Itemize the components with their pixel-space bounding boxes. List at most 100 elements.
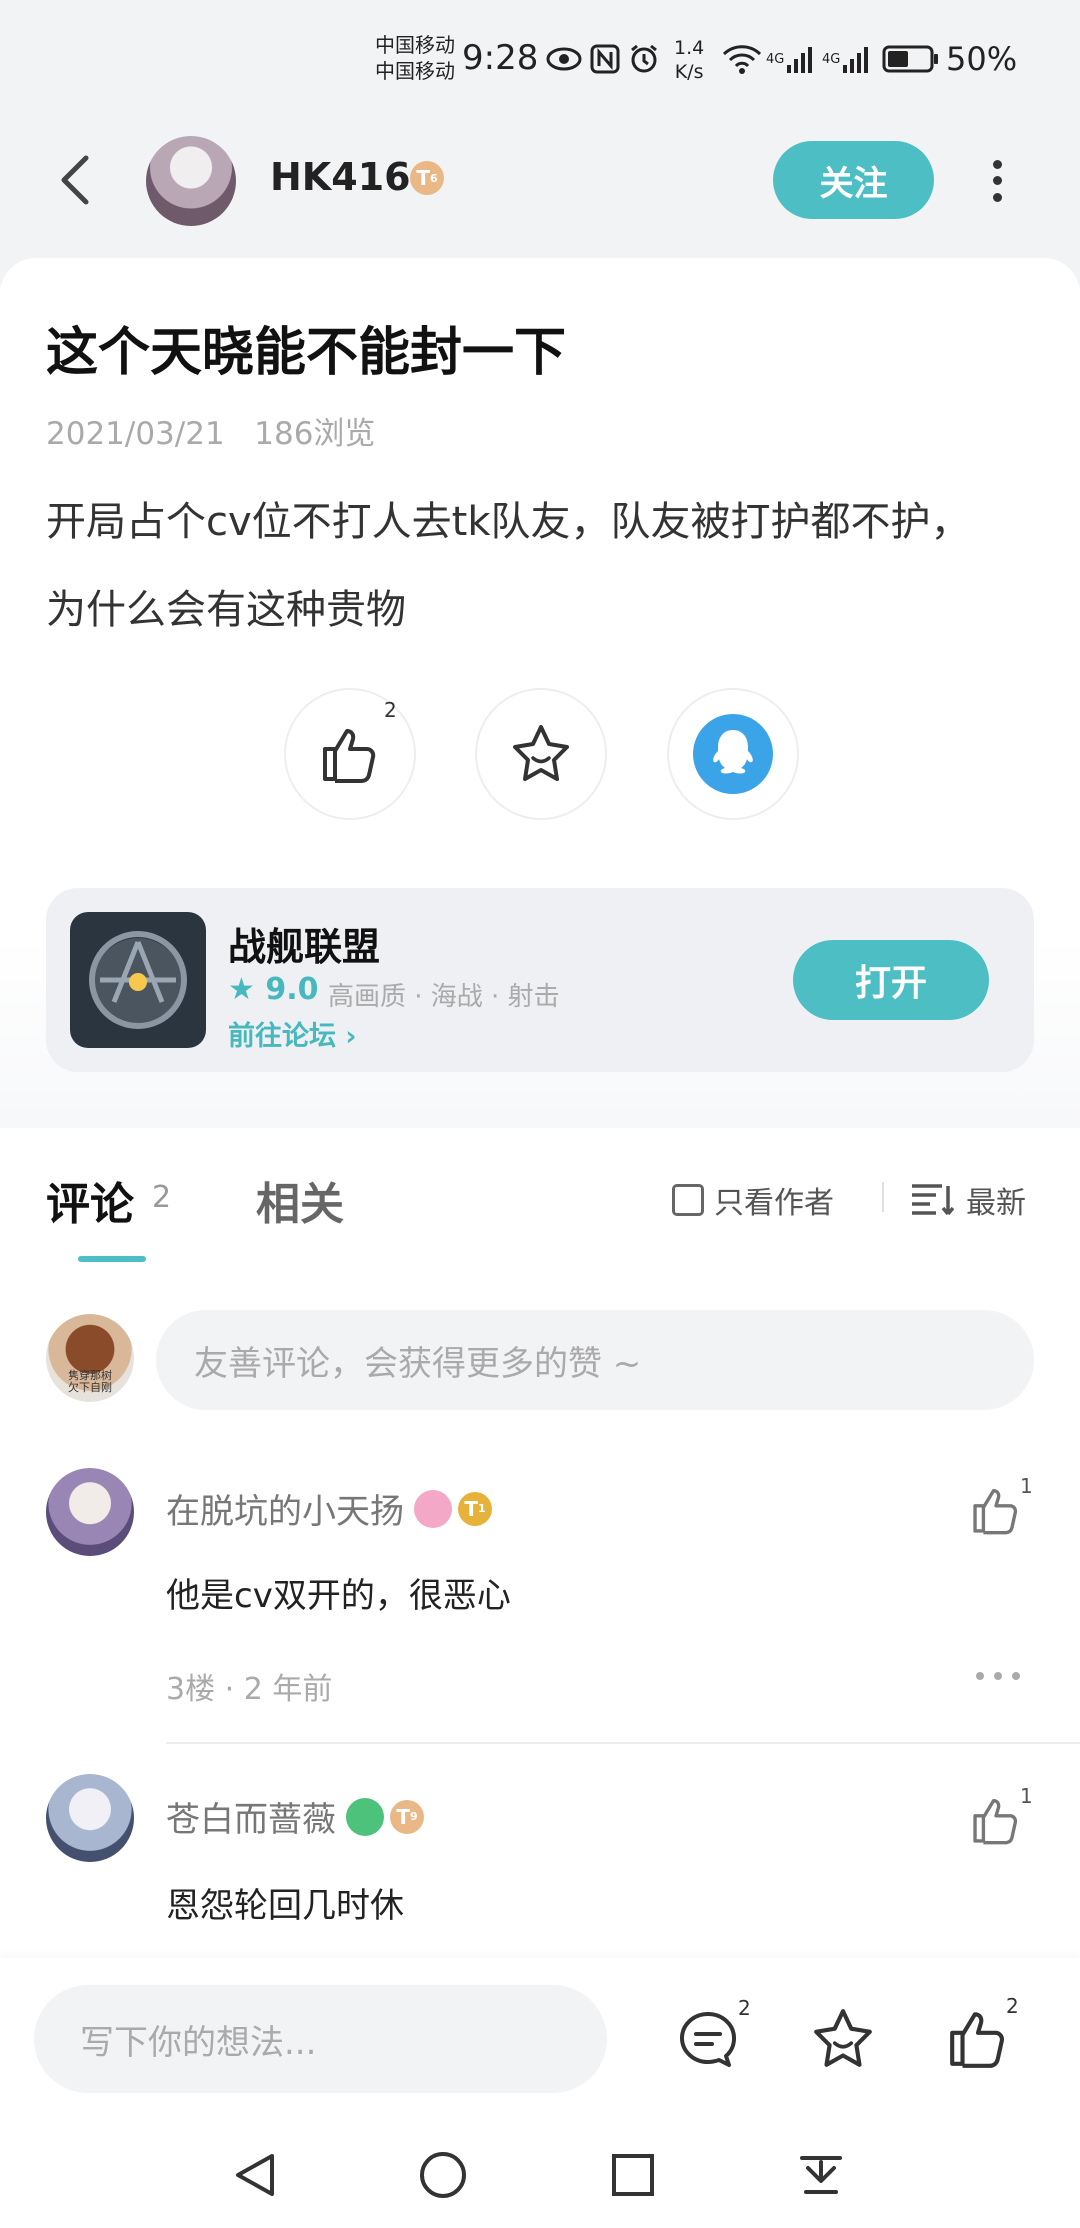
chevron-right-icon: › <box>345 1021 357 1052</box>
nav-back-icon[interactable] <box>230 2150 280 2204</box>
comment-bubble-icon <box>680 2012 736 2067</box>
author-name[interactable]: HK416 <box>270 155 411 199</box>
comment-like-button[interactable]: 1 <box>970 1474 1033 1540</box>
game-name: 战舰联盟 <box>228 925 381 969</box>
system-nav-bar <box>0 2108 1080 2228</box>
post-views: 186浏览 <box>254 416 376 452</box>
alarm-icon <box>628 42 660 76</box>
sort-label: 最新 <box>966 1186 1026 1221</box>
level-badge-icon: T6 <box>410 161 444 195</box>
comment-like-count: 1 <box>1020 1784 1033 1808</box>
post-body: 开局占个cv位不打人去tk队友，队友被打护都不护， 为什么会有这种贵物 <box>46 478 1046 654</box>
post-like-count: 2 <box>384 698 397 722</box>
wifi-icon <box>722 42 762 76</box>
level-badge-letter: T <box>464 1496 478 1521</box>
comment-divider <box>166 1742 1080 1744</box>
sim2-type: 4G <box>822 51 841 67</box>
forum-link[interactable]: 前往论坛 › <box>228 1014 357 1053</box>
game-score-value: 9.0 <box>265 972 319 1007</box>
post-body-line-1: 开局占个cv位不打人去tk队友，队友被打护都不护， <box>46 499 971 545</box>
game-tags: 高画质 · 海战 · 射击 <box>328 982 560 1012</box>
chevron-left-icon <box>61 155 89 205</box>
comment-author-name: 苍白而蔷薇 <box>166 1800 336 1840</box>
tab-comments[interactable]: 评论 <box>46 1168 134 1232</box>
only-author-toggle[interactable]: 只看作者 <box>672 1178 834 1222</box>
forum-link-label: 前往论坛 <box>228 1021 336 1052</box>
level-badge-num: 6 <box>430 171 438 185</box>
comment-input[interactable]: 友善评论，会获得更多的赞 ~ <box>156 1310 1034 1410</box>
clock: 9:28 <box>462 38 539 78</box>
signal-icon-sim1: 4G <box>766 42 814 76</box>
game-icon[interactable] <box>70 912 206 1048</box>
comment-avatar[interactable] <box>46 1774 134 1862</box>
my-avatar[interactable]: 隽穿那树 欠下自刚 <box>46 1314 134 1402</box>
thumbs-up-icon <box>950 2012 1004 2068</box>
comment-author[interactable]: 苍白而蔷薇 T9 <box>166 1792 424 1841</box>
comment-text: 恩怨轮回几时休 <box>166 1886 404 1926</box>
sort-button[interactable]: 最新 <box>910 1178 1026 1222</box>
speed-unit: K/s <box>674 61 704 83</box>
network-speed: 1.4 K/s <box>674 36 704 84</box>
my-avatar-text-2: 欠下自刚 <box>68 1381 112 1394</box>
author-name-text: HK416 <box>270 155 411 199</box>
bottom-comment-button[interactable]: 2 <box>676 1996 751 2078</box>
eye-icon <box>546 42 582 76</box>
follow-button[interactable]: 关注 <box>773 141 934 219</box>
nav-notification-icon[interactable] <box>796 2150 846 2204</box>
score-star-icon: ★ <box>228 972 255 1007</box>
carrier-2: 中国移动 <box>375 59 455 83</box>
post-body-line-2: 为什么会有这种贵物 <box>46 587 406 633</box>
level-badge-num: 9 <box>410 1810 418 1823</box>
battery-percent: 50% <box>946 40 1018 78</box>
battery-icon <box>882 42 940 76</box>
carrier-1: 中国移动 <box>375 33 455 57</box>
qq-icon <box>693 714 773 794</box>
thumbs-up-icon <box>323 729 376 783</box>
comment-more-icon[interactable] <box>976 1672 1020 1684</box>
bottom-like-button[interactable]: 2 <box>946 1994 1019 2076</box>
level-badge-icon: T1 <box>458 1491 492 1526</box>
tab-indicator <box>78 1256 146 1262</box>
speed-value: 1.4 <box>674 37 705 59</box>
post-meta: 2021/03/21 186浏览 <box>46 408 375 453</box>
bottom-favorite-button[interactable] <box>810 2006 880 2076</box>
star-icon <box>814 2009 872 2067</box>
separator <box>882 1182 884 1212</box>
write-thought-input[interactable]: 写下你的想法... <box>34 1985 607 2093</box>
more-options-icon[interactable] <box>982 156 1012 206</box>
comments-section <box>0 1128 1080 1958</box>
share-qq-button[interactable] <box>667 688 799 820</box>
open-game-button[interactable]: 打开 <box>793 940 989 1020</box>
nav-recents-icon[interactable] <box>608 2150 658 2204</box>
bottom-like-count: 2 <box>1006 1994 1019 2018</box>
level-badge-letter: T <box>396 1804 410 1829</box>
comment-floor-time: 3楼 · 2 年前 <box>166 1672 333 1707</box>
carrier-labels: 中国移动 中国移动 <box>375 32 455 84</box>
tab-related[interactable]: 相关 <box>256 1168 344 1232</box>
only-author-label: 只看作者 <box>714 1186 834 1221</box>
game-score: ★ 9.0 <box>228 972 319 1007</box>
post-like-button[interactable]: 2 <box>284 688 416 820</box>
decoration-badge-icon <box>346 1797 384 1836</box>
level-badge-letter: T <box>416 166 430 190</box>
sort-icon <box>912 1184 954 1216</box>
nav-home-icon[interactable] <box>418 2150 468 2204</box>
comment-avatar[interactable] <box>46 1468 134 1556</box>
comment-like-button[interactable]: 1 <box>970 1784 1033 1850</box>
comment-author[interactable]: 在脱坑的小天扬 T1 <box>166 1484 492 1533</box>
level-badge-icon: T9 <box>390 1799 424 1834</box>
post-favorite-button[interactable] <box>475 688 607 820</box>
author-avatar[interactable] <box>146 136 236 226</box>
comment-like-count: 1 <box>1020 1474 1033 1498</box>
back-button[interactable] <box>48 150 108 210</box>
checkbox-icon <box>672 1184 704 1216</box>
comment-author-name: 在脱坑的小天扬 <box>166 1492 404 1532</box>
post-title: 这个天晓能不能封一下 <box>46 323 567 383</box>
sim1-type: 4G <box>766 51 785 67</box>
bottom-comment-count: 2 <box>738 1996 751 2020</box>
comment-text: 他是cv双开的，很恶心 <box>166 1576 511 1616</box>
post-date: 2021/03/21 <box>46 416 225 452</box>
thumbs-up-icon <box>973 1489 1018 1535</box>
signal-icon-sim2: 4G <box>822 42 870 76</box>
decoration-badge-icon <box>414 1489 452 1528</box>
